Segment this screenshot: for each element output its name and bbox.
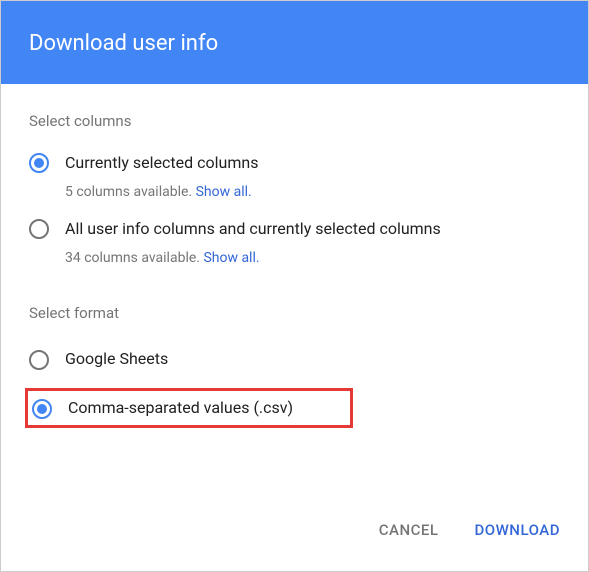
radio-option-csv[interactable]: Comma-separated values (.csv)	[25, 388, 353, 428]
radio-label: All user info columns and currently sele…	[65, 218, 560, 240]
dialog-body: Select columns Currently selected column…	[1, 84, 588, 438]
radio-option-all-columns[interactable]: All user info columns and currently sele…	[29, 218, 560, 276]
cancel-button[interactable]: CANCEL	[375, 513, 443, 547]
dialog-footer: CANCEL DOWNLOAD	[375, 493, 588, 571]
radio-option-currently-selected[interactable]: Currently selected columns 5 columns ava…	[29, 152, 560, 210]
select-columns-label: Select columns	[29, 112, 560, 130]
radio-label: Google Sheets	[65, 348, 168, 370]
format-radio-group: Google Sheets Comma-separated values (.c…	[29, 344, 560, 438]
sublabel-text: 5 columns available.	[65, 184, 196, 200]
download-button[interactable]: DOWNLOAD	[470, 513, 564, 547]
radio-label: Comma-separated values (.csv)	[68, 397, 293, 419]
sublabel-text: 34 columns available.	[65, 250, 203, 266]
radio-sublabel: 34 columns available. Show all.	[65, 250, 560, 266]
dialog-title: Download user info	[29, 31, 218, 56]
radio-icon[interactable]	[29, 219, 49, 239]
show-all-link[interactable]: Show all.	[196, 184, 252, 200]
radio-sublabel: 5 columns available. Show all.	[65, 184, 560, 200]
columns-radio-group: Currently selected columns 5 columns ava…	[29, 152, 560, 276]
select-format-label: Select format	[29, 304, 560, 322]
dialog-header: Download user info	[1, 1, 588, 84]
radio-icon[interactable]	[29, 350, 49, 370]
radio-icon[interactable]	[29, 153, 49, 173]
radio-label: Currently selected columns	[65, 152, 560, 174]
radio-option-google-sheets[interactable]: Google Sheets	[29, 344, 560, 374]
radio-content: Currently selected columns 5 columns ava…	[65, 152, 560, 210]
radio-content: All user info columns and currently sele…	[65, 218, 560, 276]
radio-icon[interactable]	[32, 399, 52, 419]
show-all-link[interactable]: Show all.	[203, 250, 259, 266]
